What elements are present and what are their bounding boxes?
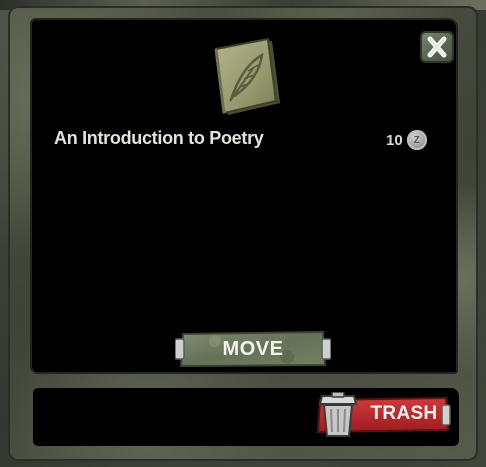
coin-symbol: Z (413, 134, 420, 146)
item-price: 10 Z (386, 130, 427, 150)
book-feather-icon (214, 37, 281, 115)
game-scene: An Introduction to Poetry 10 Z MOVE TRAS… (0, 0, 486, 467)
trash-can-icon (318, 392, 358, 437)
trash-button[interactable]: TRASH (310, 392, 452, 438)
item-title: An Introduction to Poetry (54, 128, 264, 148)
price-value: 10 (386, 131, 403, 149)
coin-icon: Z (406, 130, 427, 150)
move-button[interactable]: MOVE (175, 329, 331, 369)
move-button-label: MOVE (222, 338, 284, 360)
close-x-icon (427, 36, 447, 58)
trash-button-label: TRASH (370, 403, 438, 424)
close-button[interactable] (420, 31, 454, 63)
